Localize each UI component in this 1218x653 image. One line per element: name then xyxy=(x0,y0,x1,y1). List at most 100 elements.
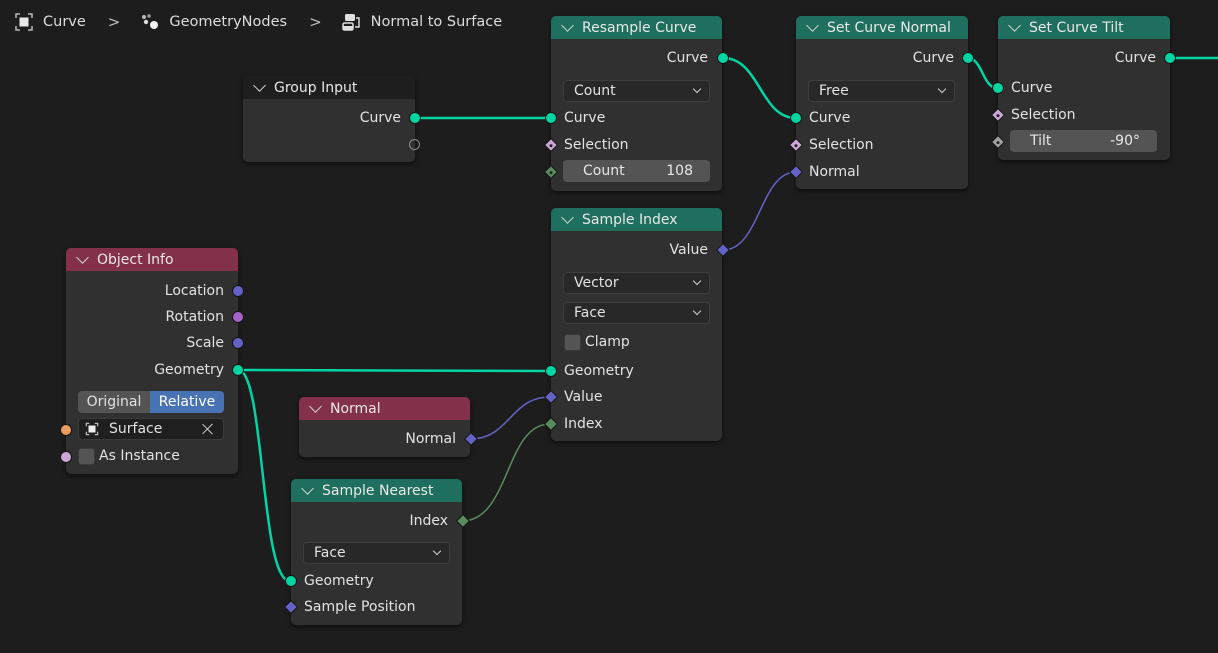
mode-dropdown[interactable]: Free xyxy=(808,80,955,102)
socket-label: Selection xyxy=(1011,107,1076,123)
tilt-field[interactable]: Tilt -90° xyxy=(1010,130,1157,152)
node-header[interactable]: Resample Curve xyxy=(551,16,722,39)
socket-label: Normal xyxy=(405,431,456,447)
socket-label: Curve xyxy=(359,110,401,126)
input-value: Value xyxy=(551,385,722,409)
rotation-socket-icon[interactable] xyxy=(232,311,244,323)
count-field[interactable]: Count 108 xyxy=(563,160,710,182)
node-normal[interactable]: Normal Normal xyxy=(299,397,479,457)
node-object-info[interactable]: Object Info Location Rotation Scale Geom… xyxy=(60,248,244,474)
node-resample-curve[interactable]: Resample Curve Curve Count Curve Selecti… xyxy=(543,16,729,191)
clear-x-icon[interactable] xyxy=(201,422,215,436)
output-location: Location xyxy=(66,279,238,303)
geometry-socket-icon[interactable] xyxy=(232,364,244,376)
object-socket-icon[interactable] xyxy=(60,424,72,436)
breadcrumb-item-geometry-nodes[interactable]: GeometryNodes xyxy=(140,12,287,32)
collapse-chevron-icon[interactable] xyxy=(253,79,266,92)
geometry-socket-icon[interactable] xyxy=(717,52,729,64)
vector-socket-icon[interactable] xyxy=(232,337,244,349)
link-resample-to-set-normal[interactable] xyxy=(722,56,797,120)
object-name: Surface xyxy=(109,421,163,437)
collapse-chevron-icon[interactable] xyxy=(1008,19,1021,32)
node-header[interactable]: Object Info xyxy=(66,248,238,271)
collapse-chevron-icon[interactable] xyxy=(309,400,322,413)
node-header[interactable]: Sample Index xyxy=(551,208,722,231)
vector-socket-icon[interactable] xyxy=(232,285,244,297)
output-curve: Curve xyxy=(998,46,1170,70)
curve-object-icon xyxy=(14,12,34,32)
collapse-chevron-icon[interactable] xyxy=(561,19,574,32)
domain-dropdown[interactable]: Face xyxy=(303,542,450,564)
chevron-down-icon xyxy=(692,306,702,316)
input-curve: Curve xyxy=(796,106,968,130)
input-curve: Curve xyxy=(551,106,722,130)
node-header[interactable]: Set Curve Tilt xyxy=(998,16,1170,39)
clamp-label: Clamp xyxy=(585,334,630,350)
output-value: Value xyxy=(551,238,722,262)
socket-label: Selection xyxy=(564,137,629,153)
geometry-socket-icon[interactable] xyxy=(545,112,557,124)
clamp-checkbox[interactable] xyxy=(564,334,581,351)
field-value: 108 xyxy=(666,163,693,179)
geometry-socket-icon[interactable] xyxy=(285,575,297,587)
socket-label: Curve xyxy=(912,50,954,66)
node-title: Normal xyxy=(330,400,381,417)
float-field-socket-icon[interactable] xyxy=(990,134,1006,150)
node-title: Set Curve Tilt xyxy=(1029,19,1124,36)
collapse-chevron-icon[interactable] xyxy=(561,211,574,224)
socket-label: Scale xyxy=(186,335,224,351)
socket-label: Curve xyxy=(809,110,851,126)
domain-dropdown[interactable]: Face xyxy=(563,302,710,324)
node-sample-index[interactable]: Sample Index Value Vector Face Clamp Geo… xyxy=(543,208,731,441)
output-rotation: Rotation xyxy=(66,305,238,329)
as-instance-checkbox[interactable] xyxy=(78,448,95,465)
node-sample-nearest[interactable]: Sample Nearest Index Face Geometry Sampl… xyxy=(283,479,471,625)
socket-label: Geometry xyxy=(304,573,374,589)
breadcrumb-item-node-tree[interactable]: Normal to Surface xyxy=(341,12,502,32)
socket-label: Index xyxy=(564,416,603,432)
node-title: Set Curve Normal xyxy=(827,19,951,36)
node-header[interactable]: Set Curve Normal xyxy=(796,16,968,39)
boolean-socket-icon[interactable] xyxy=(60,451,72,463)
object-field[interactable]: Surface xyxy=(78,418,224,440)
collapse-chevron-icon[interactable] xyxy=(301,482,314,495)
link-sample-index-to-set-normal[interactable] xyxy=(722,171,797,251)
chevron-down-icon xyxy=(692,84,702,94)
collapse-chevron-icon[interactable] xyxy=(806,19,819,32)
input-geometry: Geometry xyxy=(291,569,462,593)
link-normal-to-sample-index[interactable] xyxy=(469,396,551,440)
node-header[interactable]: Group Input xyxy=(243,76,415,99)
node-set-curve-tilt[interactable]: Set Curve Tilt Curve Curve Selection Til… xyxy=(990,16,1176,160)
breadcrumb-label: Curve xyxy=(43,14,86,30)
field-value: -90° xyxy=(1110,133,1140,149)
geometry-socket-icon[interactable] xyxy=(790,112,802,124)
data-type-dropdown[interactable]: Vector xyxy=(563,272,710,294)
original-option[interactable]: Original xyxy=(78,391,150,413)
geometry-socket-icon[interactable] xyxy=(962,52,974,64)
socket-label: Value xyxy=(564,389,603,405)
output-normal: Normal xyxy=(299,427,470,451)
relative-option[interactable]: Relative xyxy=(150,391,224,413)
collapse-chevron-icon[interactable] xyxy=(76,251,89,264)
integer-field-socket-icon[interactable] xyxy=(543,164,559,180)
dropdown-value: Face xyxy=(574,305,606,321)
geometry-socket-icon[interactable] xyxy=(1164,52,1176,64)
socket-label: Index xyxy=(409,513,448,529)
node-header[interactable]: Sample Nearest xyxy=(291,479,462,502)
link-object-info-to-sample-nearest[interactable] xyxy=(237,368,291,583)
field-label: Tilt xyxy=(1030,133,1052,149)
link-object-info-to-sample-index[interactable] xyxy=(237,368,551,373)
output-curve: Curve xyxy=(243,106,415,130)
geometry-socket-icon[interactable] xyxy=(409,112,421,124)
node-set-curve-normal[interactable]: Set Curve Normal Curve Free Curve Select… xyxy=(788,16,974,189)
geometry-socket-icon[interactable] xyxy=(992,82,1004,94)
node-tree-icon xyxy=(341,12,362,32)
mode-dropdown[interactable]: Count xyxy=(563,80,710,102)
socket-label: Selection xyxy=(809,137,874,153)
node-header[interactable]: Normal xyxy=(299,397,470,420)
socket-label: Curve xyxy=(1011,80,1053,96)
empty-socket-icon[interactable] xyxy=(409,139,420,150)
breadcrumb-item-curve[interactable]: Curve xyxy=(14,12,86,32)
geometry-socket-icon[interactable] xyxy=(545,365,557,377)
node-group-input[interactable]: Group Input Curve xyxy=(243,76,421,162)
